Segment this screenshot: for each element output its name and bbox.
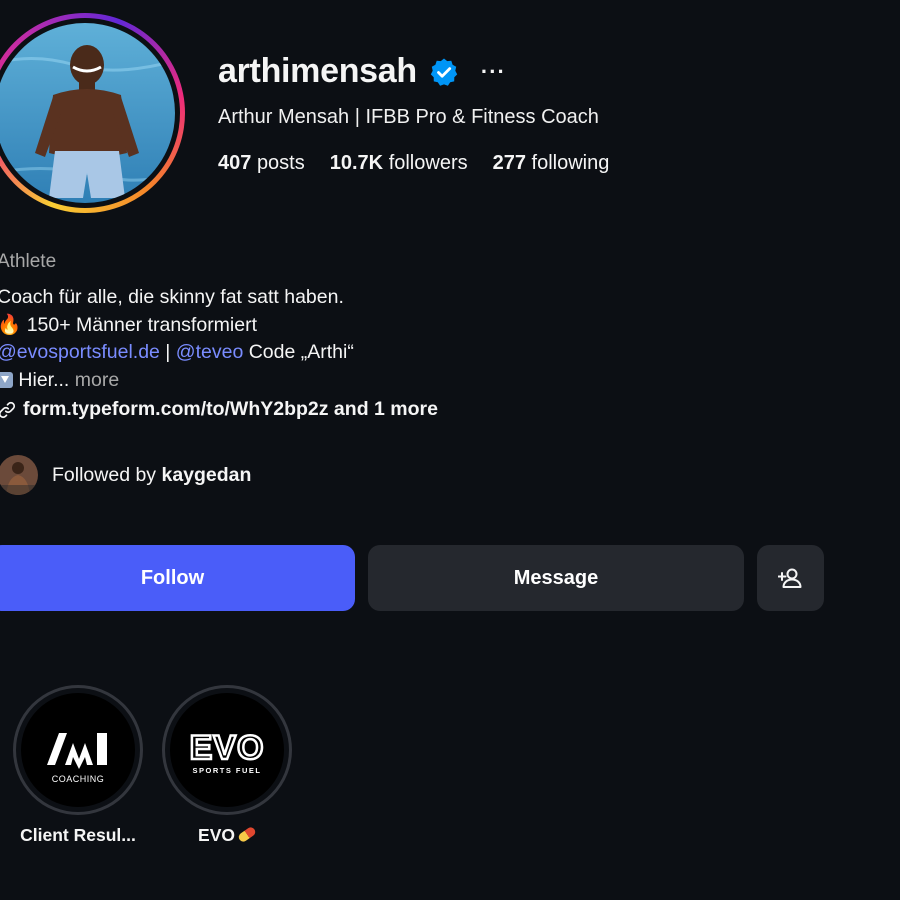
profile-bio: Coach für alle, die skinny fat satt habe… [0,284,354,394]
profile-header: arthimensah ··· [218,52,506,91]
highlight-evo[interactable]: EVO SPORTS FUEL EVO [157,685,297,846]
evo-logo-icon: EVO SPORTS FUEL [170,693,284,807]
mention-evosportsfuel[interactable]: @evosportsfuel.de [0,341,160,363]
evo-logo-subtext: SPORTS FUEL [192,766,261,775]
bio-line-2: 🔥 150+ Männer transformiert [0,312,354,340]
followed-by-prefix: Followed by [52,463,162,486]
following-label: following [531,152,610,174]
bio-line-2-text: 150+ Männer transformiert [26,313,258,336]
bio-line-1: Coach für alle, die skinny fat satt habe… [0,286,344,308]
following-count: 277 [492,152,526,174]
highlight-title: EVO [198,825,257,846]
profile-category: Athlete [0,251,57,272]
message-button[interactable]: Message [368,545,744,611]
highlight-cover-ring: EVO SPORTS FUEL [162,685,292,815]
profile-stats: 407 posts 10.7K followers 277 following [218,152,609,175]
fire-emoji-icon: 🔥 [0,313,22,336]
follower-avatar [0,455,38,495]
profile-link-row: form.typeform.com/to/WhY2bp2z and 1 more [0,398,438,421]
evo-logo-text: EVO [190,729,265,767]
link-icon [0,401,16,418]
following-stat[interactable]: 277 following [493,152,610,175]
bio-more-link[interactable]: more [75,369,119,391]
bio-line-4-text: Hier... [18,368,70,391]
person-add-icon [777,568,801,588]
pill-emoji-icon [237,825,257,844]
bio-separator: | [159,341,176,363]
profile-external-link[interactable]: form.typeform.com/to/WhY2bp2z and 1 more [23,398,438,421]
more-options-button[interactable]: ··· [481,59,506,85]
suggested-accounts-button[interactable] [757,545,824,611]
followers-count: 10.7K [329,152,384,174]
followers-label: followers [388,152,468,174]
highlight-cover-ring: COACHING [13,685,143,815]
posts-stat: 407 posts [218,152,305,175]
full-name: Arthur Mensah | IFBB Pro & Fitness Coach [218,106,599,128]
coaching-logo-text: COACHING [52,774,105,784]
followed-by-text: Followed by kaygedan [52,464,251,487]
profile-avatar-story-ring[interactable] [0,13,185,213]
username: arthimensah [218,52,417,90]
followers-stat[interactable]: 10.7K followers [330,152,468,175]
down-arrow-emoji-icon [0,371,13,388]
posts-count: 407 [218,152,252,174]
posts-label: posts [256,152,305,174]
follow-button[interactable]: Follow [0,545,355,611]
verified-badge-icon [429,57,459,87]
bio-line-3-text: Code „Arthi“ [243,341,354,363]
highlight-client-results[interactable]: COACHING Client Resul... [8,685,148,846]
mention-teveo[interactable]: @teveo [176,341,244,363]
followed-by-row[interactable]: Followed by kaygedan [0,455,251,495]
followed-by-username: kaygedan [161,463,252,486]
profile-page: arthimensah ··· Arthur Mensah | IFBB Pro… [0,0,900,900]
bio-line-4: Hier... more [0,367,354,395]
highlight-title: Client Resul... [20,825,136,845]
coaching-logo-icon: COACHING [21,693,135,807]
profile-avatar [0,23,175,203]
bio-line-3: @evosportsfuel.de | @teveo Code „Arthi“ [0,339,354,367]
highlight-title-text: EVO [198,825,235,845]
